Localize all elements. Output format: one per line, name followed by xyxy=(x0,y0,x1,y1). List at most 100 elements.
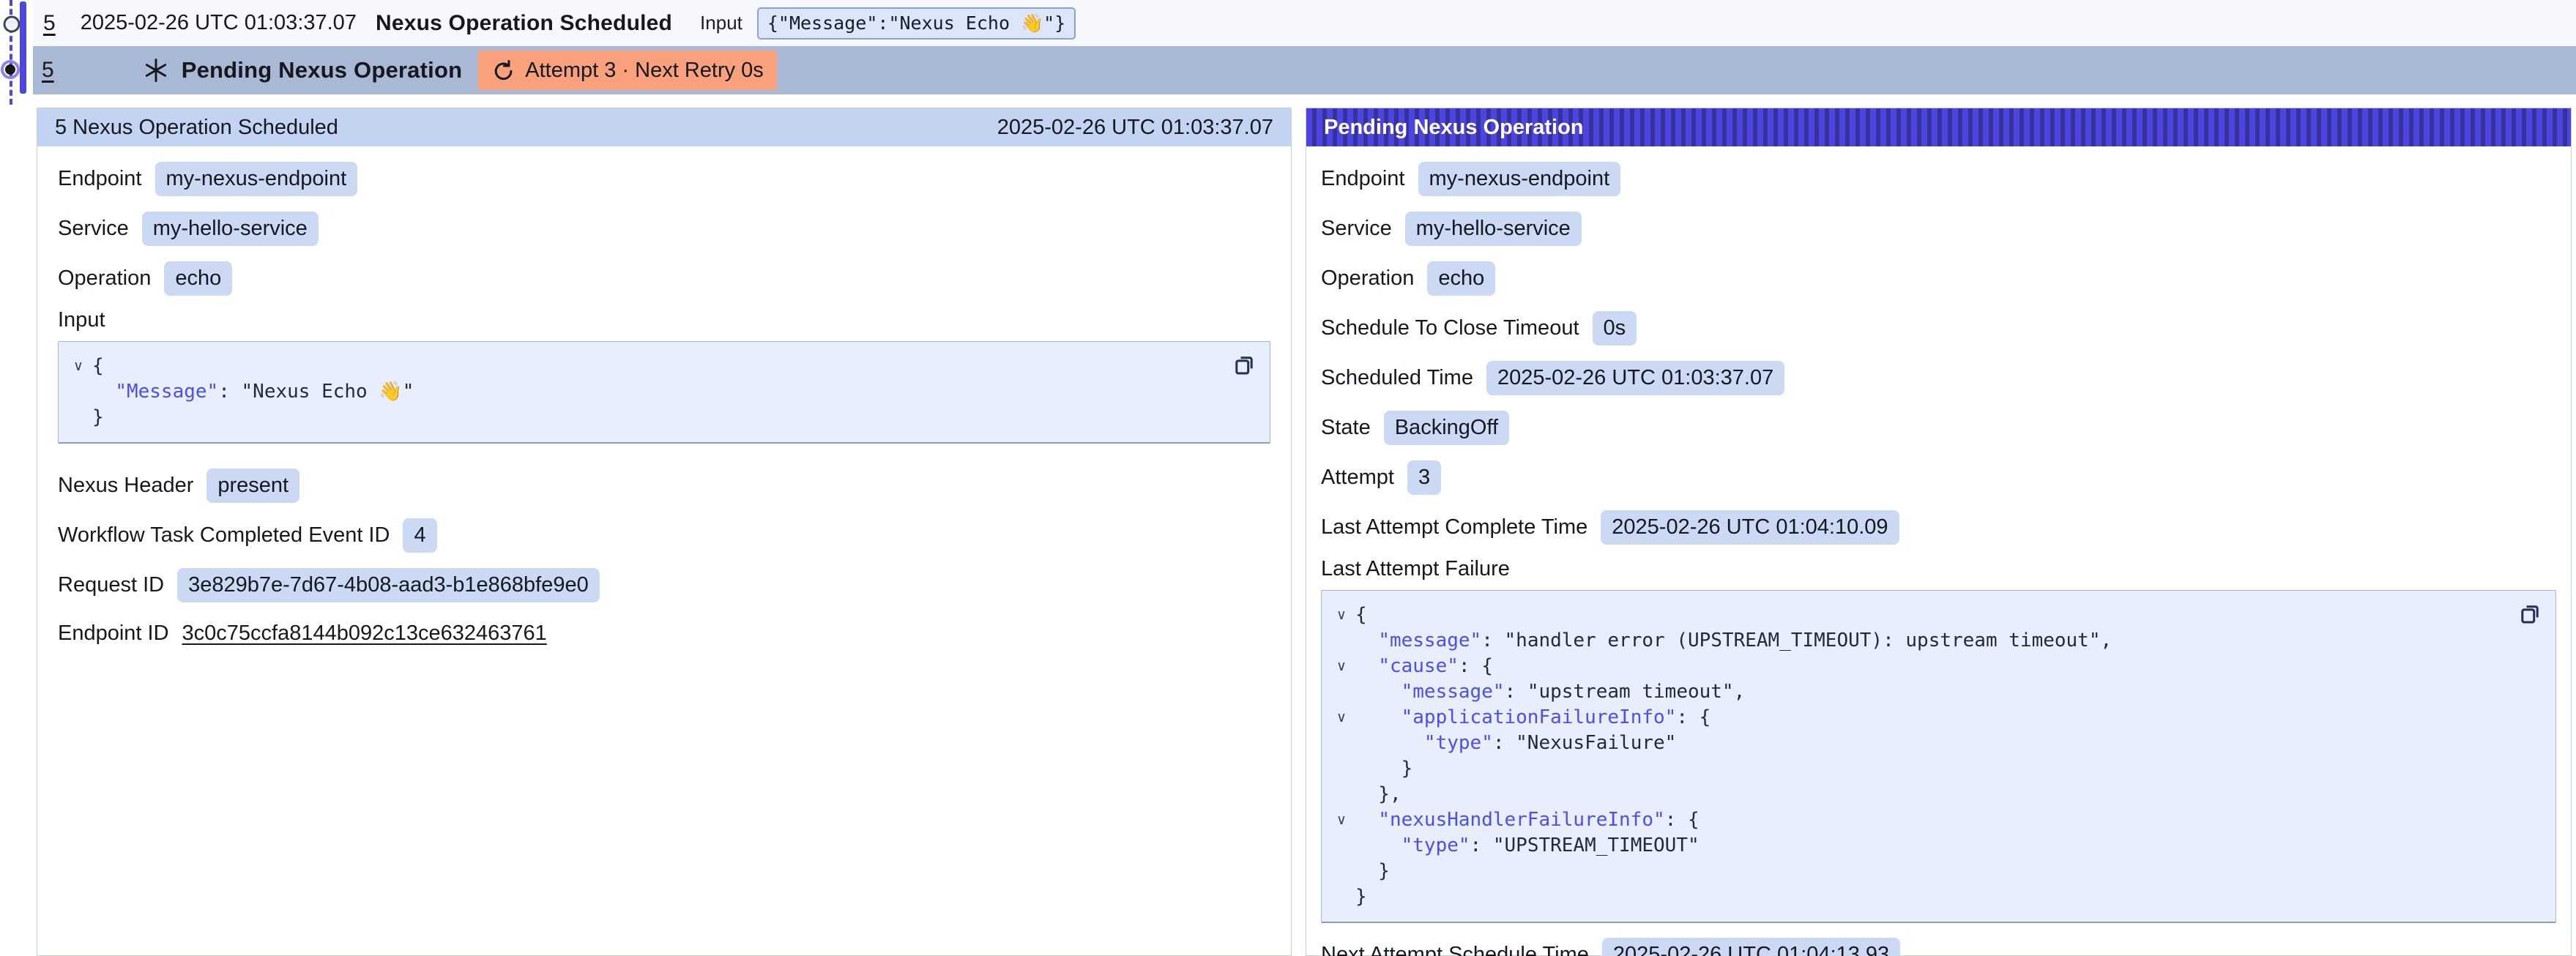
input-json-code: ∨{ "Message": "Nexus Echo 👋"} xyxy=(64,354,1218,430)
code-gutter xyxy=(1328,884,1355,910)
field-scheduled-time: Scheduled Time2025-02-26 UTC 01:03:37.07 xyxy=(1321,361,2556,395)
json-token: : xyxy=(1481,630,1504,651)
json-text: } xyxy=(1355,756,1412,782)
json-token xyxy=(1355,630,1378,651)
event-detail-time: 2025-02-26 UTC 01:03:37.07 xyxy=(997,116,1273,140)
json-token: "UPSTREAM_TIMEOUT" xyxy=(1493,834,1700,856)
json-line: ∨{ xyxy=(1328,602,2504,628)
copy-button[interactable] xyxy=(1230,351,1258,378)
field-value-badge: echo xyxy=(1427,261,1495,296)
json-text: "applicationFailureInfo": { xyxy=(1355,705,1710,731)
json-line: } xyxy=(1328,884,2504,910)
json-text: "Message": "Nexus Echo 👋" xyxy=(92,379,414,405)
json-token: "handler error (UPSTREAM_TIMEOUT): upstr… xyxy=(1505,630,2101,651)
field-value-badge: BackingOff xyxy=(1384,411,1509,445)
collapse-chevron-icon[interactable]: ∨ xyxy=(1328,654,1355,679)
input-preview-chip[interactable]: {"Message":"Nexus Echo 👋"} xyxy=(757,7,1076,40)
event-name: Nexus Operation Scheduled xyxy=(376,11,672,36)
json-token xyxy=(1355,655,1378,677)
json-token: "NexusFailure" xyxy=(1516,732,1676,754)
json-line: "type": "NexusFailure" xyxy=(1328,731,2504,756)
field-value-badge: echo xyxy=(164,261,232,296)
json-token: : { xyxy=(1665,809,1700,831)
collapse-chevron-icon[interactable]: ∨ xyxy=(64,354,92,379)
code-gutter xyxy=(1328,859,1355,884)
json-token xyxy=(92,381,115,403)
json-token: : xyxy=(218,381,241,403)
json-token: , xyxy=(2101,630,2112,651)
field-endpoint: Endpointmy-nexus-endpoint xyxy=(58,162,1270,196)
event-id-link[interactable]: 5 xyxy=(43,11,56,36)
field-label: State xyxy=(1321,416,1371,440)
event-detail-fields: Endpointmy-nexus-endpointServicemy-hello… xyxy=(58,162,1270,296)
event-detail-title: 5 Nexus Operation Scheduled xyxy=(55,116,338,140)
field-endpoint: Endpointmy-nexus-endpoint xyxy=(1321,162,2556,196)
collapse-chevron-icon[interactable]: ∨ xyxy=(1328,705,1355,731)
json-token: "nexusHandlerFailureInfo" xyxy=(1378,809,1664,831)
json-line: ∨{ xyxy=(64,354,1218,379)
collapse-chevron-icon[interactable]: ∨ xyxy=(1328,807,1355,833)
field-label: Endpoint ID xyxy=(58,621,169,646)
json-text: "type": "UPSTREAM_TIMEOUT" xyxy=(1355,833,1700,859)
input-label: Input xyxy=(700,12,742,34)
field-last-attempt-complete-time: Last Attempt Complete Time2025-02-26 UTC… xyxy=(1321,510,2556,545)
field-label: Operation xyxy=(1321,266,1414,291)
json-line: } xyxy=(64,405,1218,430)
field-value-badge: my-hello-service xyxy=(1405,212,1582,246)
json-token: { xyxy=(1355,604,1367,626)
event-history-row-scheduled[interactable]: 5 2025-02-26 UTC 01:03:37.07 Nexus Opera… xyxy=(33,0,2576,46)
json-text: } xyxy=(1355,884,1367,910)
json-token: "type" xyxy=(1424,732,1493,754)
json-token: , xyxy=(1734,681,1746,703)
event-detail-body: Endpointmy-nexus-endpointServicemy-hello… xyxy=(37,162,1291,649)
json-token: "type" xyxy=(1401,834,1470,856)
json-line: "type": "UPSTREAM_TIMEOUT" xyxy=(1328,833,2504,859)
copy-icon xyxy=(2517,600,2543,627)
event-detail-panel: 5 Nexus Operation Scheduled 2025-02-26 U… xyxy=(37,108,1292,956)
pending-panel-title: Pending Nexus Operation xyxy=(1324,116,1584,140)
failure-json-code: ∨{ "message": "handler error (UPSTREAM_T… xyxy=(1328,602,2504,910)
field-label: Schedule To Close Timeout xyxy=(1321,316,1579,340)
field-attempt: Attempt3 xyxy=(1321,460,2556,495)
json-token: "Message" xyxy=(115,381,218,403)
json-token: } xyxy=(1355,860,1390,882)
json-line: ∨ "cause": { xyxy=(1328,654,2504,679)
json-line: "message": "upstream timeout", xyxy=(1328,679,2504,705)
endpoint-id-link[interactable]: 3c0c75ccfa8144b092c13ce632463761 xyxy=(182,621,547,646)
json-token: "cause" xyxy=(1378,655,1459,677)
field-nexus-header: Nexus Headerpresent xyxy=(58,468,1270,503)
json-token: : { xyxy=(1676,706,1710,728)
json-token: }, xyxy=(1355,783,1401,805)
field-operation: Operation echo xyxy=(1321,261,2556,296)
json-line: ∨ "nexusHandlerFailureInfo": { xyxy=(1328,807,2504,833)
json-token: : { xyxy=(1459,655,1493,677)
pending-panel-body: Endpointmy-nexus-endpointServicemy-hello… xyxy=(1306,162,2571,956)
input-json-box: ∨{ "Message": "Nexus Echo 👋"} xyxy=(58,341,1270,444)
json-token: "message" xyxy=(1401,681,1505,703)
field-label: Operation xyxy=(58,266,151,291)
json-token xyxy=(1355,732,1424,754)
field-value-badge: 2025-02-26 UTC 01:03:37.07 xyxy=(1486,361,1784,395)
json-line: } xyxy=(1328,859,2504,884)
pending-operation-row[interactable]: 5 Pending Nexus Operation Attempt 3 · Ne… xyxy=(33,46,2576,94)
json-token: : xyxy=(1493,732,1516,754)
json-token: } xyxy=(1355,758,1412,780)
field-endpoint-id: Endpoint ID 3c0c75ccfa8144b092c13ce63246… xyxy=(58,618,1270,649)
field-value-badge: my-nexus-endpoint xyxy=(155,162,358,196)
pending-operation-panel: Pending Nexus Operation Endpointmy-nexus… xyxy=(1306,108,2572,956)
json-line: } xyxy=(1328,756,2504,782)
field-value-badge: my-hello-service xyxy=(142,212,319,246)
json-line: }, xyxy=(1328,782,2504,807)
copy-button[interactable] xyxy=(2516,600,2544,627)
failure-section-label: Last Attempt Failure xyxy=(1321,556,2556,581)
failure-json-box: ∨{ "message": "handler error (UPSTREAM_T… xyxy=(1321,590,2556,923)
field-label: Nexus Header xyxy=(58,474,193,498)
collapse-chevron-icon[interactable]: ∨ xyxy=(1328,602,1355,628)
pending-panel-header: Pending Nexus Operation xyxy=(1306,108,2571,146)
pending-operation-title: Pending Nexus Operation xyxy=(182,57,463,83)
json-token xyxy=(1355,834,1401,856)
json-token: "upstream timeout" xyxy=(1527,681,1734,703)
field-value-badge: 2025-02-26 UTC 01:04:10.09 xyxy=(1601,510,1899,545)
copy-icon xyxy=(1231,351,1257,378)
event-id-link[interactable]: 5 xyxy=(42,58,54,83)
